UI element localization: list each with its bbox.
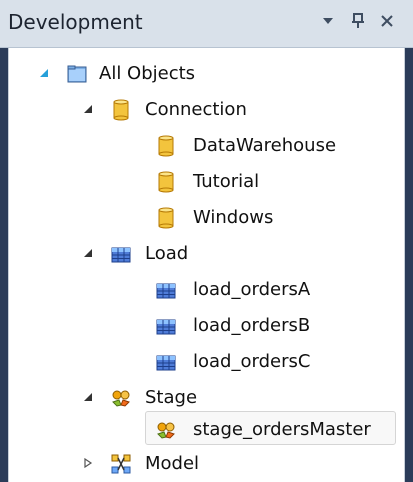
expanded-arrow-icon[interactable] xyxy=(79,236,97,270)
tree-item-label: Windows xyxy=(193,207,274,228)
tree-item-stage-ordersmaster[interactable]: stage_ordersMaster xyxy=(9,412,404,446)
development-panel: Development All Objects Connection DataW… xyxy=(0,0,413,482)
tree-item-load-ordersc[interactable]: load_ordersC xyxy=(9,344,404,378)
table-icon xyxy=(154,350,178,374)
panel-title: Development xyxy=(8,10,143,34)
tree-item-label: stage_ordersMaster xyxy=(193,419,371,440)
close-icon xyxy=(381,15,393,27)
table-icon xyxy=(109,242,133,266)
pin-button[interactable] xyxy=(344,6,372,36)
tree-item-datawarehouse[interactable]: DataWarehouse xyxy=(9,128,404,162)
object-tree[interactable]: All Objects Connection DataWarehouse Tut… xyxy=(8,48,405,482)
tree-item-label: load_ordersB xyxy=(193,315,311,336)
folder-icon xyxy=(65,62,89,86)
tree-item-stage[interactable]: Stage xyxy=(9,380,404,414)
tree-item-load-ordersa[interactable]: load_ordersA xyxy=(9,272,404,306)
dropdown-button[interactable] xyxy=(314,6,342,36)
collapsed-arrow-icon[interactable] xyxy=(79,446,97,480)
tree-item-all-objects[interactable]: All Objects xyxy=(9,56,404,90)
tree-item-tutorial[interactable]: Tutorial xyxy=(9,164,404,198)
expanded-arrow-icon[interactable] xyxy=(35,56,53,90)
stage-icon xyxy=(109,386,133,410)
tree-item-label: Load xyxy=(145,243,189,264)
stage-icon xyxy=(154,418,178,442)
tree-item-load[interactable]: Load xyxy=(9,236,404,270)
database-icon xyxy=(154,206,178,230)
tree-item-label: Connection xyxy=(145,99,247,120)
database-icon xyxy=(154,170,178,194)
tree-item-label: Tutorial xyxy=(193,171,260,192)
pin-icon xyxy=(352,13,364,28)
tree-item-label: Model xyxy=(145,453,200,474)
tree-item-label: load_ordersA xyxy=(193,279,311,300)
tree-item-label: DataWarehouse xyxy=(193,135,337,156)
dropdown-arrow-icon xyxy=(323,18,333,24)
tree-item-windows[interactable]: Windows xyxy=(9,200,404,234)
tree-item-label: All Objects xyxy=(99,63,196,84)
tree-item-load-ordersb[interactable]: load_ordersB xyxy=(9,308,404,342)
expanded-arrow-icon[interactable] xyxy=(79,92,97,126)
table-icon xyxy=(154,314,178,338)
database-icon xyxy=(109,98,133,122)
database-icon xyxy=(154,134,178,158)
table-icon xyxy=(154,278,178,302)
tree-item-label: load_ordersC xyxy=(193,351,311,372)
tree-item-connection[interactable]: Connection xyxy=(9,92,404,126)
close-button[interactable] xyxy=(373,6,401,36)
model-icon xyxy=(109,452,133,476)
panel-titlebar: Development xyxy=(0,0,413,48)
tree-item-model[interactable]: Model xyxy=(9,446,404,480)
expanded-arrow-icon[interactable] xyxy=(79,380,97,414)
tree-item-label: Stage xyxy=(145,387,198,408)
